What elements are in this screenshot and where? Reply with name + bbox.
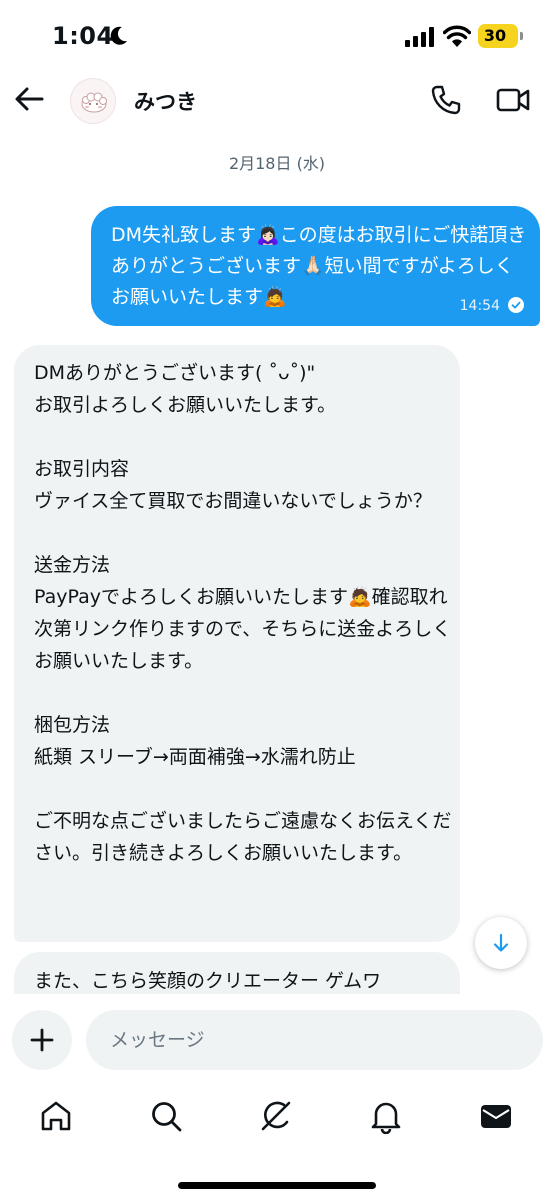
signal-icon [405,27,434,47]
incoming-message-partial-text: また、こちら笑顔のクリエーター ゲムワ [34,970,382,992]
home-icon[interactable] [38,1098,74,1134]
plus-icon [30,1028,54,1052]
phone-icon[interactable] [430,84,462,116]
contact-name[interactable]: みつき [134,86,197,116]
status-bar: 1:04 30 [0,0,554,72]
battery-cap [520,32,523,40]
avatar-sheep-icon [81,92,107,113]
status-time: 1:04 [52,22,114,50]
back-arrow-icon[interactable] [12,84,46,114]
message-input[interactable] [86,1010,543,1070]
moon-icon [110,26,127,45]
mail-icon[interactable] [478,1098,514,1134]
conversation-header: みつき [0,72,554,128]
arrow-down-icon [493,933,509,952]
date-separator: 2月18日 (水) [228,154,326,173]
search-icon[interactable] [148,1098,184,1134]
composer-divider [0,994,554,1006]
battery-indicator: 30 [478,24,518,48]
message-composer [0,1006,554,1076]
incoming-message-text: DMありがとうございます( ˚ᴗ˚)" お取引よろしくお願いいたします。 お取引… [34,362,452,864]
incoming-message[interactable]: DMありがとうございます( ˚ᴗ˚)" お取引よろしくお願いいたします。 お取引… [14,345,460,942]
avatar[interactable] [70,78,116,124]
read-check-icon [508,297,524,313]
bell-icon[interactable] [368,1098,404,1134]
add-attachment-button[interactable] [12,1010,72,1070]
grok-icon[interactable] [258,1098,294,1134]
wifi-icon [443,25,471,47]
battery-level: 30 [483,26,507,45]
bottom-tab-bar [0,1086,554,1156]
home-indicator [178,1182,376,1189]
message-timestamp: 14:54 [459,298,500,314]
scroll-to-bottom-button[interactable] [475,917,527,969]
outgoing-message[interactable]: DM失礼致します🙇🏻‍♀️この度はお取引にご快諾頂きありがとうございます🙏🏻短い… [91,206,540,326]
video-icon[interactable] [496,86,530,114]
